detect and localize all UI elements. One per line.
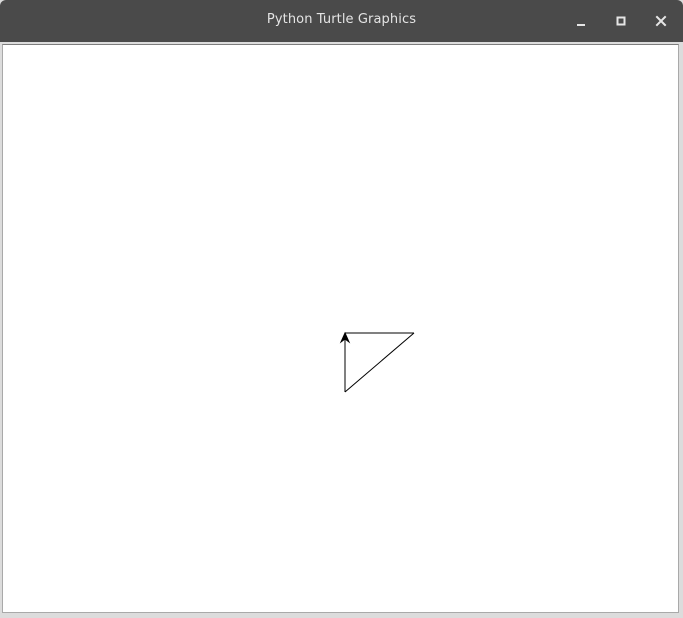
close-button[interactable]: [649, 9, 673, 33]
maximize-button[interactable]: [609, 9, 633, 33]
turtle-canvas[interactable]: [2, 44, 679, 613]
minimize-button[interactable]: [569, 9, 593, 33]
title-bar[interactable]: Python Turtle Graphics: [0, 0, 683, 42]
drawn-triangle: [344, 332, 415, 393]
turtle-window: Python Turtle Graphics: [0, 0, 683, 618]
triangle-hypotenuse: [344, 332, 415, 393]
maximize-icon: [616, 16, 626, 26]
turtle-drawing: [339, 331, 415, 393]
minimize-icon: [577, 24, 585, 26]
close-icon: [655, 15, 667, 27]
